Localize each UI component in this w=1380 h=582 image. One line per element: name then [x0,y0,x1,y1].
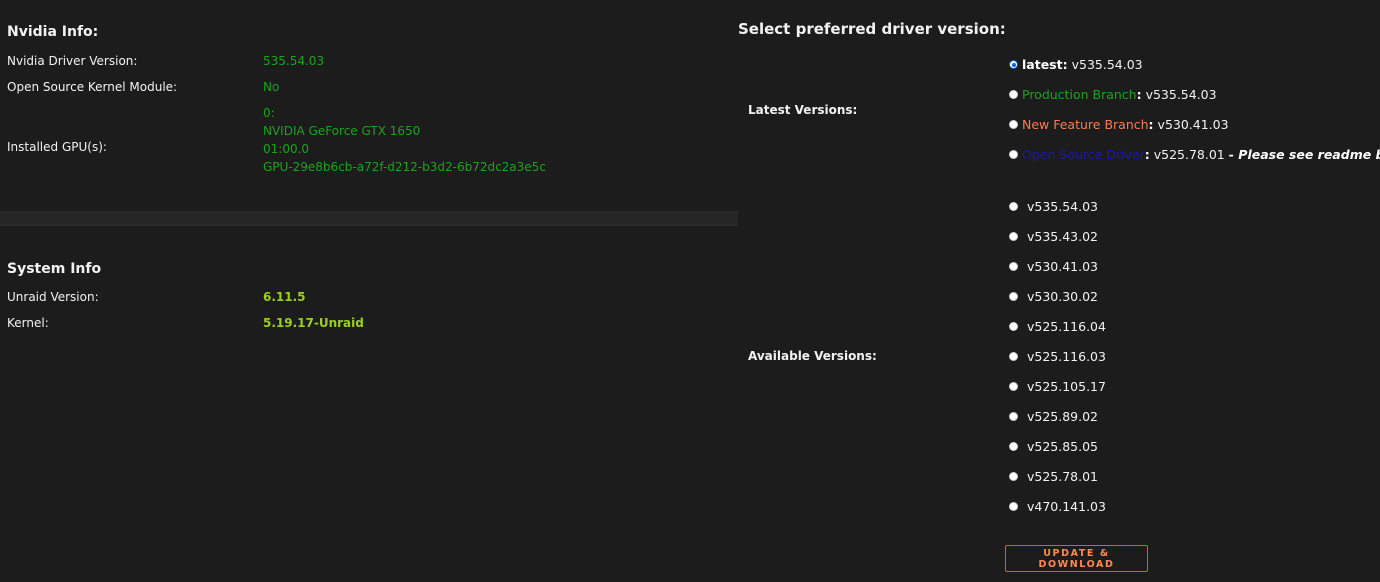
radio-icon[interactable] [1009,412,1018,421]
radio-option-open-source-driver[interactable]: Open Source Driver: v525.78.01 - Please … [1009,147,1380,162]
option-name: latest [1022,57,1063,72]
system-info-title: System Info [7,261,102,277]
radio-icon[interactable] [1009,442,1018,451]
latest-versions-label: Latest Versions: [748,103,858,117]
radio-icon[interactable] [1009,472,1018,481]
kernel-label: Kernel: [7,316,49,330]
info-panel: Nvidia Info: Nvidia Driver Version: 535.… [0,0,738,582]
radio-version-option[interactable]: v525.85.05 [1009,439,1098,454]
radio-version-option[interactable]: v530.30.02 [1009,289,1098,304]
gpu-model: NVIDIA GeForce GTX 1650 [263,124,421,138]
open-source-kernel-value: No [263,80,280,94]
driver-version-value: 535.54.03 [263,54,325,68]
radio-icon[interactable] [1009,150,1018,159]
radio-icon[interactable] [1009,202,1018,211]
unraid-version-value: 6.11.5 [263,290,306,304]
radio-icon[interactable] [1009,232,1018,241]
kernel-value: 5.19.17-Unraid [263,316,364,330]
radio-icon[interactable] [1009,90,1018,99]
version-label: v535.43.02 [1027,229,1099,244]
radio-icon[interactable] [1009,322,1018,331]
option-name: Open Source Driver [1022,147,1145,162]
radio-option-new-feature-branch[interactable]: New Feature Branch: v530.41.03 [1009,117,1229,132]
radio-version-option[interactable]: v470.141.03 [1009,499,1106,514]
readme-note: - Please see readme below! [1228,147,1380,162]
option-colon: : [1144,147,1150,162]
version-label: v525.89.02 [1027,409,1099,424]
radio-icon[interactable] [1009,120,1018,129]
version-label: v525.78.01 [1027,469,1099,484]
unraid-version-label: Unraid Version: [7,290,99,304]
update-download-button[interactable]: UPDATE & DOWNLOAD [1005,545,1148,572]
open-source-kernel-label: Open Source Kernel Module: [7,80,178,94]
installed-gpus-value: 0: NVIDIA GeForce GTX 1650 01:00.0 GPU-2… [263,104,546,176]
radio-icon[interactable] [1009,352,1018,361]
option-name: New Feature Branch [1022,117,1149,132]
gpu-uuid: GPU-29e8b6cb-a72f-d212-b3d2-6b72dc2a3e5c [263,160,546,174]
version-label: v535.54.03 [1027,199,1099,214]
radio-checked-icon[interactable] [1009,60,1018,69]
version-label: v525.116.03 [1027,349,1106,364]
option-version: v535.54.03 [1071,57,1143,72]
radio-option-production-branch[interactable]: Production Branch: v535.54.03 [1009,87,1217,102]
radio-icon[interactable] [1009,502,1018,511]
option-version: v525.78.01 [1153,147,1225,162]
gpu-index: 0: [263,106,275,120]
radio-version-option[interactable]: v525.89.02 [1009,409,1098,424]
option-name: Production Branch [1022,87,1137,102]
available-versions-label: Available Versions: [748,349,877,363]
option-colon: : [1062,57,1068,72]
version-label: v530.41.03 [1027,259,1099,274]
section-divider [0,211,738,226]
radio-version-option[interactable]: v530.41.03 [1009,259,1098,274]
radio-icon[interactable] [1009,262,1018,271]
gpu-bus-id: 01:00.0 [263,142,310,156]
option-colon: : [1148,117,1154,132]
version-label: v525.116.04 [1027,319,1106,334]
radio-version-option[interactable]: v525.116.03 [1009,349,1106,364]
radio-icon[interactable] [1009,382,1018,391]
version-label: v470.141.03 [1027,499,1106,514]
version-label: v525.105.17 [1027,379,1106,394]
option-version: v535.54.03 [1145,87,1217,102]
option-version: v530.41.03 [1157,117,1229,132]
version-label: v530.30.02 [1027,289,1099,304]
driver-select-title: Select preferred driver version: [738,20,1006,38]
driver-version-label: Nvidia Driver Version: [7,54,138,68]
radio-option-latest[interactable]: latest: v535.54.03 [1009,57,1143,72]
version-label: v525.85.05 [1027,439,1099,454]
radio-icon[interactable] [1009,292,1018,301]
installed-gpus-label: Installed GPU(s): [7,140,107,154]
plugin-page: Nvidia Info: Nvidia Driver Version: 535.… [0,0,1380,582]
radio-version-option[interactable]: v535.54.03 [1009,199,1098,214]
radio-version-option[interactable]: v525.78.01 [1009,469,1098,484]
nvidia-info-title: Nvidia Info: [7,24,99,40]
driver-select-panel: Select preferred driver version: Latest … [738,0,1380,582]
radio-version-option[interactable]: v525.116.04 [1009,319,1106,334]
radio-version-option[interactable]: v525.105.17 [1009,379,1106,394]
option-colon: : [1136,87,1142,102]
radio-version-option[interactable]: v535.43.02 [1009,229,1098,244]
